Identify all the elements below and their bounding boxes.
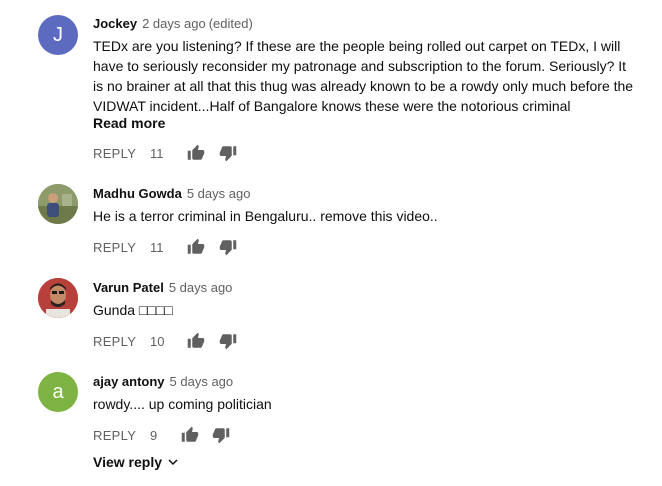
like-count: 9 bbox=[150, 428, 158, 443]
edited-label: (edited) bbox=[208, 16, 253, 31]
comment-text: Gunda □□□□ bbox=[93, 302, 173, 318]
reply-button[interactable]: REPLY bbox=[93, 240, 136, 255]
thumbs-down-icon[interactable] bbox=[212, 426, 230, 444]
like-count: 11 bbox=[150, 146, 164, 161]
author-name[interactable]: ajay antony bbox=[93, 374, 165, 389]
comment-text: He is a terror criminal in Bengaluru.. r… bbox=[93, 208, 438, 224]
author-name[interactable]: Varun Patel bbox=[93, 280, 164, 295]
chevron-down-icon bbox=[168, 459, 178, 466]
like-count: 11 bbox=[150, 240, 164, 255]
comment-text: rowdy.... up coming politician bbox=[93, 396, 272, 412]
avatar[interactable] bbox=[38, 278, 78, 318]
avatar-letter: J bbox=[53, 23, 63, 46]
thumbs-up-icon[interactable] bbox=[187, 238, 205, 256]
thumbs-up-icon[interactable] bbox=[181, 426, 199, 444]
avatar[interactable]: J bbox=[38, 15, 78, 55]
read-more-button[interactable]: Read more bbox=[93, 115, 165, 131]
comment-header: Madhu Gowda 5 days ago bbox=[93, 186, 250, 201]
timestamp[interactable]: 5 days ago bbox=[169, 280, 233, 295]
timestamp[interactable]: 5 days ago bbox=[170, 374, 234, 389]
reply-button[interactable]: REPLY bbox=[93, 428, 136, 443]
comment-header: ajay antony 5 days ago bbox=[93, 374, 233, 389]
thumbs-down-icon[interactable] bbox=[219, 332, 237, 350]
comment-header: Jockey 2 days ago (edited) bbox=[93, 16, 253, 31]
thumbs-up-icon[interactable] bbox=[187, 332, 205, 350]
author-name[interactable]: Madhu Gowda bbox=[93, 186, 182, 201]
author-name[interactable]: Jockey bbox=[93, 16, 137, 31]
timestamp[interactable]: 2 days ago bbox=[142, 16, 206, 31]
comment-text: TEDx are you listening? If these are the… bbox=[93, 38, 634, 114]
thumbs-down-icon[interactable] bbox=[219, 144, 237, 162]
avatar-photo bbox=[38, 184, 78, 224]
reply-button[interactable]: REPLY bbox=[93, 146, 136, 161]
view-reply-label: View reply bbox=[93, 454, 163, 470]
reply-button[interactable]: REPLY bbox=[93, 334, 136, 349]
avatar-photo bbox=[38, 278, 78, 318]
avatar[interactable] bbox=[38, 184, 78, 224]
like-count: 10 bbox=[150, 334, 165, 349]
thumbs-up-icon[interactable] bbox=[187, 144, 205, 162]
avatar[interactable]: a bbox=[38, 372, 78, 412]
timestamp[interactable]: 5 days ago bbox=[187, 186, 251, 201]
avatar-letter: a bbox=[52, 380, 64, 403]
thumbs-down-icon[interactable] bbox=[219, 238, 237, 256]
comment-header: Varun Patel 5 days ago bbox=[93, 280, 232, 295]
view-reply-button[interactable]: View reply bbox=[93, 454, 179, 470]
